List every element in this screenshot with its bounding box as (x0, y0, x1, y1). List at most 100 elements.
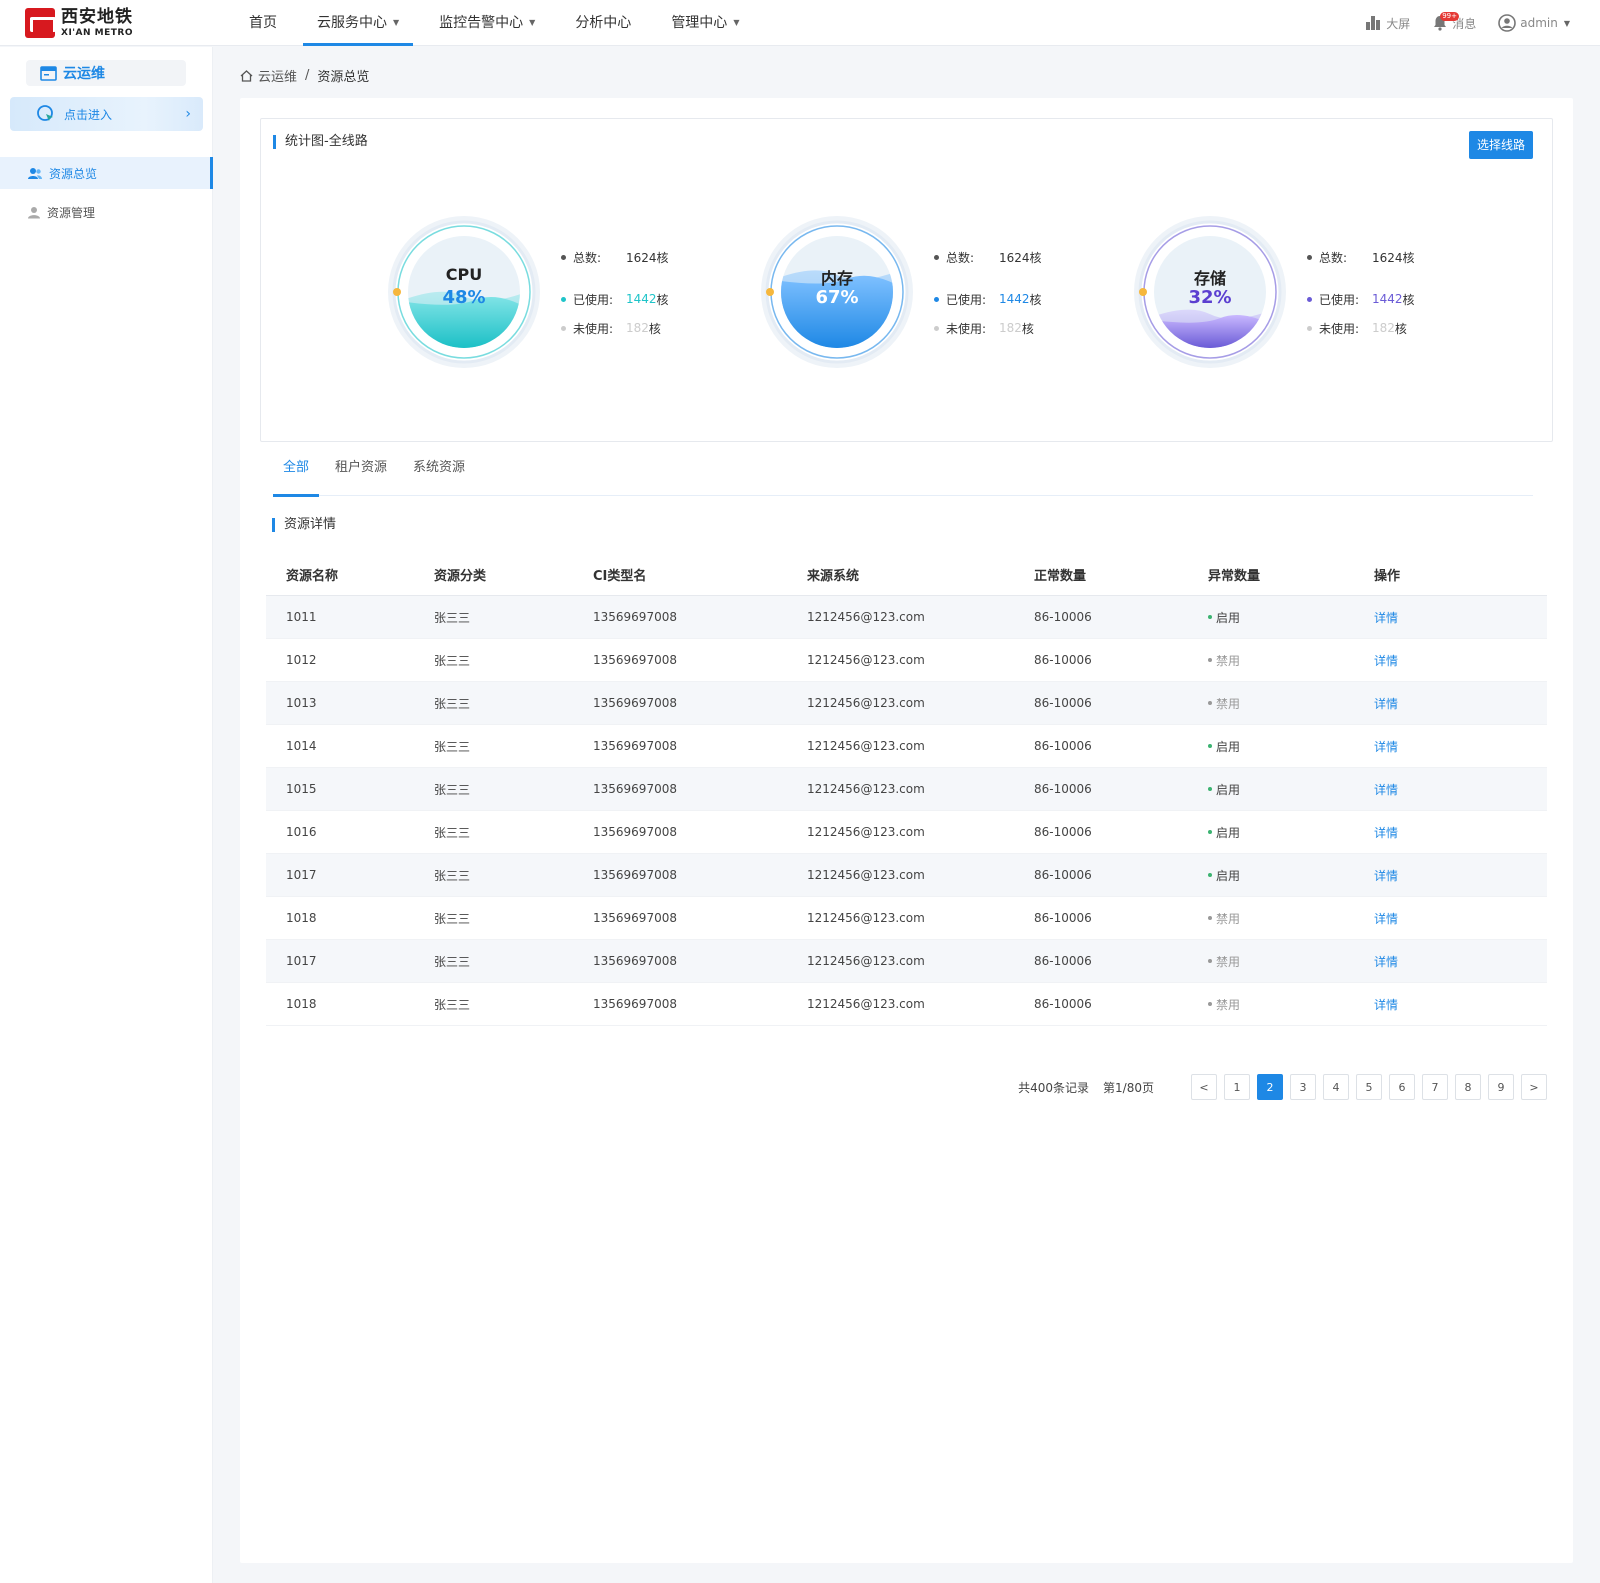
tab-all[interactable]: 全部 (273, 454, 320, 497)
metro-logo-icon (25, 8, 56, 38)
detail-link[interactable]: 详情 (1374, 654, 1398, 668)
nav-monitor-alarm[interactable]: 监控告警中心 ▼ (425, 0, 549, 46)
detail-link[interactable]: 详情 (1374, 912, 1398, 926)
detail-link[interactable]: 详情 (1374, 783, 1398, 797)
legend-total: 总数: 1624核 (934, 243, 1042, 271)
detail-link[interactable]: 详情 (1374, 740, 1398, 754)
cell-category: 张三三 (434, 653, 471, 668)
gauge-percent: 48% (442, 287, 486, 308)
cell-name: 1017 (286, 954, 317, 968)
cell-status: 禁用 (1208, 694, 1374, 712)
user-icon (28, 206, 40, 219)
page-button-1[interactable]: 1 (1224, 1074, 1250, 1100)
cell-category: 张三三 (434, 911, 471, 926)
cell-source: 1212456@123.com (807, 696, 925, 710)
detail-link[interactable]: 详情 (1374, 697, 1398, 711)
table-row: 1011 张三三 13569697008 1212456@123.com 86-… (266, 596, 1547, 639)
page-indicator: 第1/80页 (1103, 1080, 1154, 1095)
main-card: 统计图-全线路 选择线路 CPU 48% 总数: 1624核 已使用: 1442… (240, 98, 1573, 1563)
page-button-2[interactable]: 2 (1257, 1074, 1283, 1100)
cell-status: 禁用 (1208, 952, 1374, 970)
bar-chart-icon (1366, 16, 1382, 30)
messages-button[interactable]: 99+ 消息 (1432, 12, 1476, 32)
table-row: 1014 张三三 13569697008 1212456@123.com 86-… (266, 725, 1547, 768)
nav-cloud-service[interactable]: 云服务中心 ▼ (303, 0, 414, 46)
sidebar-item-resource-overview[interactable]: 资源总览 (0, 157, 213, 189)
page-button-6[interactable]: 6 (1389, 1074, 1415, 1100)
page-button-9[interactable]: 9 (1488, 1074, 1514, 1100)
cell-category: 张三三 (434, 739, 471, 754)
cell-ci-type: 13569697008 (593, 868, 677, 882)
cell-name: 1015 (286, 782, 317, 796)
total-records: 共400条记录 (1018, 1080, 1090, 1095)
cell-source: 1212456@123.com (807, 610, 925, 624)
cell-status: 启用 (1208, 780, 1374, 798)
cell-name: 1016 (286, 825, 317, 839)
table-title: 资源详情 (272, 518, 336, 532)
user-menu[interactable]: admin ▼ (1498, 14, 1570, 32)
cell-category: 张三三 (434, 997, 471, 1012)
page-button-5[interactable]: 5 (1356, 1074, 1382, 1100)
big-screen-button[interactable]: 大屏 (1366, 15, 1410, 32)
cell-normal-count: 86-10006 (1034, 739, 1092, 753)
sidebar-item-label: 资源总览 (49, 166, 98, 181)
tab-tenant-resources[interactable]: 租户资源 (325, 454, 397, 496)
nav-analysis[interactable]: 分析中心 (561, 0, 645, 46)
page-button-7[interactable]: 7 (1422, 1074, 1448, 1100)
cell-status: 禁用 (1208, 651, 1374, 669)
detail-link[interactable]: 详情 (1374, 955, 1398, 969)
big-screen-label: 大屏 (1386, 16, 1411, 31)
pagination: 共400条记录 第1/80页 < 123456789 > (1018, 1074, 1547, 1100)
status-dot-icon (1208, 615, 1212, 620)
prev-page-button[interactable]: < (1191, 1074, 1217, 1100)
cell-normal-count: 86-10006 (1034, 653, 1092, 667)
cell-status: 启用 (1208, 737, 1374, 755)
cell-source: 1212456@123.com (807, 825, 925, 839)
legend-unused: 未使用: 182 核 (561, 314, 669, 342)
detail-link[interactable]: 详情 (1374, 998, 1398, 1012)
table-row: 1015 张三三 13569697008 1212456@123.com 86-… (266, 768, 1547, 811)
next-page-button[interactable]: > (1521, 1074, 1547, 1100)
page-button-4[interactable]: 4 (1323, 1074, 1349, 1100)
nav-management[interactable]: 管理中心 ▼ (657, 0, 753, 46)
legend-unused: 未使用: 182 核 (1307, 314, 1415, 342)
breadcrumb-current: 资源总览 (317, 70, 370, 85)
caret-down-icon: ▼ (1563, 18, 1570, 28)
table-row: 1018 张三三 13569697008 1212456@123.com 86-… (266, 897, 1547, 940)
table-row: 1018 张三三 13569697008 1212456@123.com 86-… (266, 983, 1547, 1026)
page-button-8[interactable]: 8 (1455, 1074, 1481, 1100)
detail-link[interactable]: 详情 (1374, 611, 1398, 625)
cell-name: 1013 (286, 696, 317, 710)
breadcrumb-root[interactable]: 云运维 (258, 66, 297, 85)
page-button-3[interactable]: 3 (1290, 1074, 1316, 1100)
select-line-button[interactable]: 选择线路 (1468, 131, 1533, 159)
status-dot-icon (1208, 1002, 1212, 1007)
gauge-name: 内存 (820, 269, 853, 288)
stats-panel: 统计图-全线路 选择线路 CPU 48% 总数: 1624核 已使用: 1442… (260, 118, 1553, 442)
gauge-percent: 67% (815, 287, 859, 308)
tab-system-resources[interactable]: 系统资源 (403, 454, 475, 496)
detail-link[interactable]: 详情 (1374, 869, 1398, 883)
gauge-legend: 总数: 1624核 已使用: 1442 核 未使用: 182 核 (934, 243, 1042, 342)
status-dot-icon (1208, 701, 1212, 706)
cell-ci-type: 13569697008 (593, 696, 677, 710)
nav-home[interactable]: 首页 (235, 0, 291, 46)
cell-category: 张三三 (434, 696, 471, 711)
message-badge: 99+ (1440, 12, 1459, 21)
cell-status: 启用 (1208, 823, 1374, 841)
sidebar-item-resource-management[interactable]: 资源管理 (0, 196, 213, 228)
gauge-name: 存储 (1193, 269, 1226, 288)
logo-cn-text: 西安地铁 (61, 6, 133, 27)
column-header: 异常数量 (1208, 569, 1261, 584)
table-row: 1017 张三三 13569697008 1212456@123.com 86-… (266, 940, 1547, 983)
status-dot-icon (1208, 658, 1212, 663)
top-bar: 西安地铁 XI'AN METRO 首页 云服务中心 ▼ 监控告警中心 ▼ 分析中心 … (0, 0, 1600, 46)
enter-button[interactable]: 点击进入 › (10, 97, 203, 131)
cursor-click-icon (36, 104, 56, 124)
cell-ci-type: 13569697008 (593, 739, 677, 753)
sidebar-item-label: 资源管理 (47, 205, 96, 220)
cell-ci-type: 13569697008 (593, 997, 677, 1011)
logo-en-text: XI'AN METRO (61, 27, 133, 38)
logo[interactable]: 西安地铁 XI'AN METRO (25, 8, 133, 38)
detail-link[interactable]: 详情 (1374, 826, 1398, 840)
